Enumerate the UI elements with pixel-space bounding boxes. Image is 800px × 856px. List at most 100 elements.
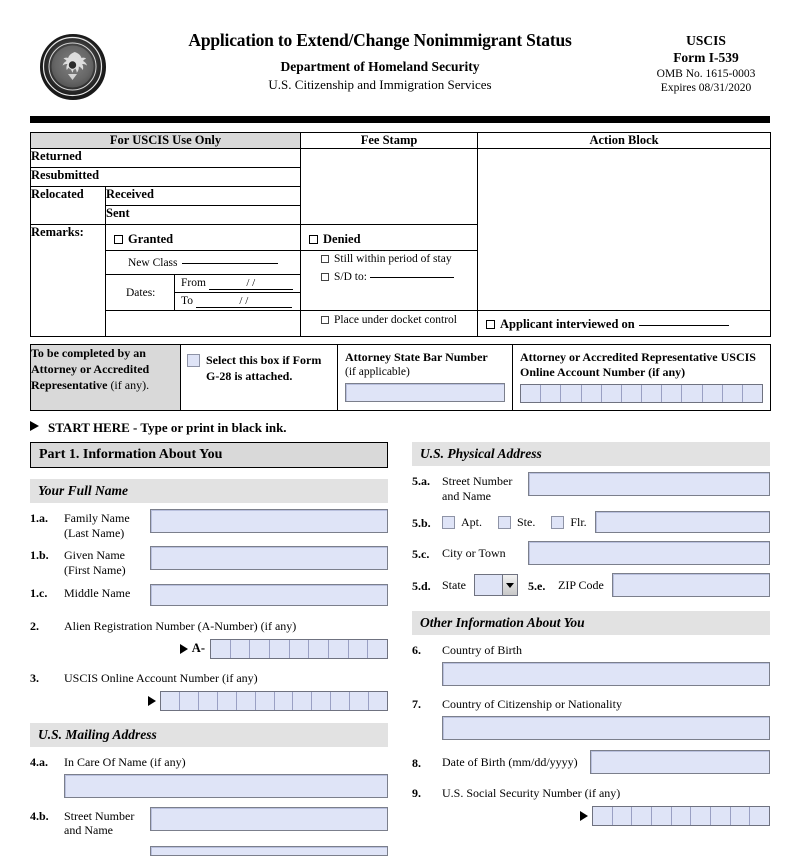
department-name: Department of Homeland Security — [280, 59, 480, 75]
applicant-interviewed-checkbox[interactable] — [486, 320, 496, 329]
sent-label: Sent — [104, 205, 302, 225]
given-name-input[interactable] — [150, 546, 388, 571]
in-care-of-name-input[interactable] — [64, 773, 388, 798]
item-8-label: Date of Birth (mm/dd/yyyy) — [442, 754, 578, 769]
item-1a-label: Family Name (Last Name) — [64, 511, 130, 540]
attorney-online-account-cells[interactable] — [520, 384, 763, 403]
action-block-title: Action Block — [477, 132, 772, 149]
apt-option[interactable]: Apt. — [442, 515, 482, 530]
item-1c-label: Middle Name — [64, 585, 131, 600]
date-from-input[interactable]: / / — [208, 277, 293, 290]
triangle-right-icon — [30, 421, 39, 431]
ste-label: Ste. — [517, 514, 536, 529]
a-number-row: A- — [30, 638, 388, 659]
remarks-label: Remarks: — [30, 224, 106, 337]
mailing-apt-partial-input[interactable] — [150, 845, 388, 856]
relocated-label: Relocated — [30, 186, 106, 225]
item-7-label: Country of Citizenship or Nationality — [442, 697, 622, 712]
item-5c-row: 5.c. City or Town — [412, 541, 770, 566]
item-5e-label: ZIP Code — [558, 577, 604, 592]
a-number-cells[interactable] — [210, 638, 388, 659]
uscis-use-only-block: For USCIS Use Only Fee Stamp Action Bloc… — [29, 132, 772, 337]
attorney-bar-number-label: Attorney State Bar Number — [345, 350, 488, 364]
item-8-number: 8. — [412, 755, 421, 770]
country-of-birth-input[interactable] — [442, 662, 770, 687]
item-1b-row: 1.b. Given Name (First Name) — [30, 546, 388, 577]
applicant-interviewed-label: Applicant interviewed on — [500, 317, 635, 331]
apt-checkbox[interactable] — [442, 515, 455, 529]
header-divider — [30, 116, 770, 123]
apt-ste-flr-input[interactable] — [594, 511, 770, 534]
attorney-section-label: To be completed by an Attorney or Accred… — [30, 344, 181, 411]
item-4a-label: In Care Of Name (if any) — [64, 754, 186, 769]
g28-attached-checkbox[interactable] — [187, 354, 200, 367]
item-9-label: U.S. Social Security Number (if any) — [442, 786, 621, 801]
arrow-right-icon-3 — [580, 811, 588, 822]
country-of-citizenship-input[interactable] — [442, 716, 770, 741]
fee-stamp-area[interactable] — [300, 148, 479, 225]
zip-code-input[interactable] — [611, 573, 770, 598]
city-or-town-input[interactable] — [528, 541, 770, 566]
physical-street-input[interactable] — [528, 472, 770, 496]
form-body: Part 1. Information About You Your Full … — [30, 442, 770, 856]
item-2-number: 2. — [30, 618, 39, 633]
denied-checkbox[interactable] — [309, 235, 319, 244]
new-class-line[interactable] — [181, 263, 278, 264]
other-information-heading: Other Information About You — [412, 611, 770, 636]
item-4b-row: 4.b. Street Number and Name — [30, 806, 388, 838]
item-9-number: 9. — [412, 786, 421, 801]
state-select[interactable] — [474, 574, 518, 597]
flr-checkbox[interactable] — [551, 515, 565, 529]
item-1c-row: 1.c. Middle Name — [30, 583, 388, 606]
granted-checkbox[interactable] — [114, 235, 123, 244]
date-of-birth-input[interactable] — [589, 750, 770, 775]
attorney-online-account-label: Attorney or Accredited Representative US… — [520, 350, 756, 379]
ssn-row — [412, 806, 770, 827]
g28-attached-label: Select this box if Form G-28 is attached… — [206, 353, 322, 383]
item-4b-label: Street Number and Name — [64, 808, 135, 838]
item-4b-number: 4.b. — [30, 808, 49, 823]
item-6-label: Country of Birth — [442, 643, 522, 658]
attorney-bar-number-input[interactable] — [345, 383, 505, 403]
expiration-date: Expires 08/31/2020 — [660, 82, 752, 95]
item-5b-row: 5.b. Apt. Ste. Flr. — [412, 511, 770, 534]
attorney-block: To be completed by an Attorney or Accred… — [30, 344, 771, 411]
family-name-input[interactable] — [150, 509, 388, 533]
start-here-note: - Type or print in black ink. — [129, 420, 287, 435]
item-1a-row: 1.a. Family Name (Last Name) — [30, 509, 388, 540]
item-4a-number: 4.a. — [30, 754, 48, 769]
granted-label: Granted — [128, 232, 174, 246]
item-3-label: USCIS Online Account Number (if any) — [64, 670, 258, 685]
docket-control-checkbox[interactable] — [321, 316, 330, 324]
ssn-cells[interactable] — [592, 806, 770, 827]
item-1b-label: Given Name (First Name) — [64, 548, 126, 577]
uscis-online-account-cells[interactable] — [160, 690, 388, 711]
item-5e-number: 5.e. — [528, 578, 546, 593]
mailing-street-input[interactable] — [150, 806, 388, 831]
sd-to-line[interactable] — [369, 277, 454, 278]
item-9-row: 9. U.S. Social Security Number (if any) — [412, 784, 770, 801]
item-6-number: 6. — [412, 643, 421, 658]
apt-label: Apt. — [461, 514, 482, 529]
chevron-down-icon[interactable] — [502, 575, 517, 596]
flr-option[interactable]: Flr. — [551, 514, 587, 530]
dates-label: Dates: — [126, 286, 156, 299]
item-2-label: Alien Registration Number (A-Number) (if… — [64, 618, 297, 633]
start-here-text: START HERE — [48, 420, 130, 435]
dhs-seal-icon — [40, 34, 106, 100]
physical-address-heading: U.S. Physical Address — [412, 442, 770, 466]
date-to-input[interactable]: / / — [195, 295, 292, 308]
ste-option[interactable]: Ste. — [498, 515, 535, 530]
flr-label: Flr. — [570, 514, 587, 529]
action-block-area[interactable] — [477, 148, 772, 311]
applicant-interviewed-line[interactable] — [638, 325, 729, 326]
ste-checkbox[interactable] — [498, 515, 511, 529]
state-select-value — [475, 575, 502, 595]
item-2-row: 2. Alien Registration Number (A-Number) … — [30, 617, 388, 634]
attorney-section-label-note: (if any). — [107, 378, 150, 393]
denied-label: Denied — [323, 232, 361, 246]
sd-to-checkbox[interactable] — [321, 273, 330, 281]
item-5a-number: 5.a. — [412, 474, 430, 488]
middle-name-input[interactable] — [150, 583, 388, 606]
still-within-checkbox[interactable] — [321, 255, 330, 263]
